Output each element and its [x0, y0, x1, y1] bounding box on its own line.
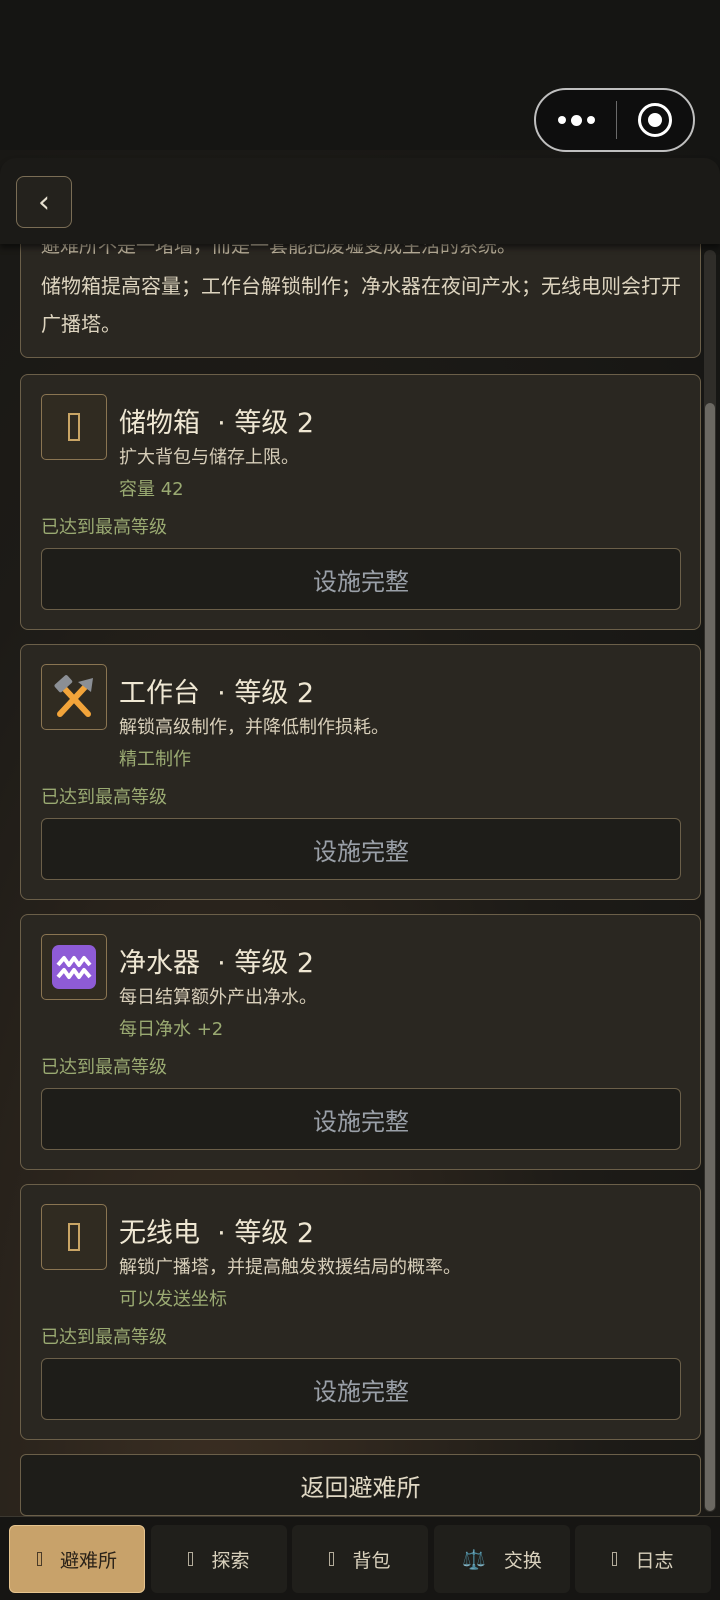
return-shelter-button[interactable]: 返回避难所 — [20, 1454, 701, 1516]
box-icon — [612, 1552, 618, 1566]
facility-action-button[interactable]: 设施完整 — [41, 818, 681, 880]
facility-desc: 每日结算额外产出净水。 — [119, 987, 317, 1008]
facility-desc: 扩大背包与储存上限。 — [119, 447, 299, 468]
facility-desc: 解锁广播塔，并提高触发救援结局的概率。 — [119, 1257, 461, 1278]
target-icon[interactable] — [617, 103, 693, 137]
facility-title: 净水器 · 等级 2 — [119, 948, 315, 979]
box-icon — [329, 1552, 335, 1566]
facility-status: 已达到最高等级 — [41, 517, 167, 538]
bottom-nav: 避难所 探索 背包 ⚖️ 交换 日志 — [0, 1516, 720, 1600]
box-icon — [188, 1552, 194, 1566]
facility-effect: 可以发送坐标 — [119, 1289, 227, 1310]
intro-text: 储物箱提高容量；工作台解锁制作；净水器在夜间产水；无线电则会打开广播塔。 — [41, 274, 681, 336]
nav-tab-trade[interactable]: ⚖️ 交换 — [434, 1525, 570, 1593]
scale-icon: ⚖️ — [462, 1548, 486, 1571]
facility-card-purifier: 净水器 · 等级 2 每日结算额外产出净水。 每日净水 +2 已达到最高等级 设… — [20, 914, 701, 1170]
facility-action-button[interactable]: 设施完整 — [41, 1088, 681, 1150]
facility-status: 已达到最高等级 — [41, 1057, 167, 1078]
facility-card-workbench: 工作台 · 等级 2 解锁高级制作，并降低制作损耗。 精工制作 已达到最高等级 … — [20, 644, 701, 900]
facility-title: 储物箱 · 等级 2 — [119, 408, 315, 439]
nav-tab-log[interactable]: 日志 — [575, 1525, 711, 1593]
nav-tab-backpack[interactable]: 背包 — [292, 1525, 428, 1593]
back-button[interactable]: ‹ — [16, 176, 72, 228]
facility-action-button[interactable]: 设施完整 — [41, 1358, 681, 1420]
aquarius-icon — [41, 934, 107, 1000]
facility-effect: 容量 42 — [119, 479, 184, 500]
scrollbar-thumb[interactable] — [705, 403, 715, 1511]
box-icon — [36, 1552, 42, 1566]
facility-status: 已达到最高等级 — [41, 787, 167, 808]
facility-action-button[interactable]: 设施完整 — [41, 548, 681, 610]
top-header: ‹ — [0, 158, 720, 244]
facility-effect: 精工制作 — [119, 749, 191, 770]
box-icon — [41, 1204, 107, 1270]
mini-program-capsule — [534, 88, 695, 152]
facility-title: 工作台 · 等级 2 — [119, 678, 315, 709]
facility-title: 无线电 · 等级 2 — [119, 1218, 315, 1249]
facility-card-storage: 储物箱 · 等级 2 扩大背包与储存上限。 容量 42 已达到最高等级 设施完整 — [20, 374, 701, 630]
facility-effect: 每日净水 +2 — [119, 1019, 224, 1040]
facility-status: 已达到最高等级 — [41, 1327, 167, 1348]
facility-card-radio: 无线电 · 等级 2 解锁广播塔，并提高触发救援结局的概率。 可以发送坐标 已达… — [20, 1184, 701, 1440]
hammer-pick-icon — [41, 664, 107, 730]
chevron-left-icon: ‹ — [38, 184, 50, 220]
box-icon — [41, 394, 107, 460]
nav-tab-explore[interactable]: 探索 — [151, 1525, 287, 1593]
facility-desc: 解锁高级制作，并降低制作损耗。 — [119, 717, 389, 738]
more-dots-icon[interactable] — [536, 90, 616, 150]
nav-tab-shelter[interactable]: 避难所 — [9, 1525, 145, 1593]
